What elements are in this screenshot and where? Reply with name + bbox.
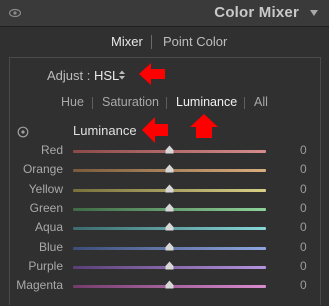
slider-label: Green <box>29 200 63 215</box>
tab-point-color[interactable]: Point Color <box>163 34 227 49</box>
tab-luminance[interactable]: Luminance <box>176 95 237 109</box>
adjust-dropdown[interactable]: HSL <box>94 68 119 83</box>
slider-row-yellow: Yellow 0 <box>0 181 329 200</box>
collapse-triangle-icon[interactable] <box>309 8 319 18</box>
slider-row-aqua: Aqua 0 <box>0 219 329 238</box>
tab-divider <box>151 35 152 49</box>
slider-row-orange: Orange 0 <box>0 161 329 180</box>
slider-label: Yellow <box>28 181 63 196</box>
slider-label: Red <box>40 143 63 157</box>
eye-icon[interactable] <box>9 8 21 18</box>
slider-row-green: Green 0 <box>0 200 329 219</box>
slider-row-purple: Purple 0 <box>0 258 329 277</box>
slider-thumb[interactable] <box>165 242 174 251</box>
annotation-arrow-up <box>190 114 218 138</box>
slider-label: Aqua <box>34 220 63 235</box>
annotation-arrow-left <box>142 117 168 143</box>
slider-value[interactable]: 0 <box>300 240 307 254</box>
slider-value[interactable]: 0 <box>300 201 307 215</box>
color-mixer-panel: Color Mixer Mixer Point Color Adjust : H… <box>0 0 329 306</box>
slider-thumb[interactable] <box>165 145 174 154</box>
tab-divider <box>92 97 93 109</box>
slider-label: Purple <box>28 258 63 273</box>
tab-mixer[interactable]: Mixer <box>111 34 143 49</box>
mode-tabs: Mixer Point Color <box>0 33 329 51</box>
slider-thumb[interactable] <box>165 280 174 289</box>
slider-value[interactable]: 0 <box>300 259 307 273</box>
slider-label: Magenta <box>16 278 63 293</box>
panel-title: Color Mixer <box>214 4 299 21</box>
tab-saturation[interactable]: Saturation <box>102 95 159 109</box>
dropdown-arrows-icon[interactable] <box>118 69 126 81</box>
section-label: Luminance <box>73 123 137 138</box>
slider-thumb[interactable] <box>165 222 174 231</box>
slider-value[interactable]: 0 <box>300 182 307 196</box>
slider-label: Orange <box>22 162 63 177</box>
adjust-label: Adjust : <box>47 68 91 83</box>
target-adjustment-icon[interactable] <box>17 126 29 138</box>
annotation-arrow-left <box>139 63 165 85</box>
tab-divider <box>244 97 245 109</box>
tab-hue[interactable]: Hue <box>61 95 84 109</box>
slider-label: Blue <box>38 239 63 254</box>
slider-value[interactable]: 0 <box>300 220 307 234</box>
slider-thumb[interactable] <box>165 184 174 193</box>
slider-thumb[interactable] <box>165 203 174 212</box>
tab-divider <box>166 97 167 109</box>
slider-thumb[interactable] <box>165 261 174 270</box>
property-tabs: Hue Saturation Luminance All <box>0 95 329 111</box>
tab-all[interactable]: All <box>254 95 268 109</box>
slider-row-blue: Blue 0 <box>0 239 329 258</box>
slider-thumb[interactable] <box>165 164 174 173</box>
slider-row-magenta: Magenta 0 <box>0 277 329 296</box>
slider-value[interactable]: 0 <box>300 143 307 157</box>
panel-header[interactable]: Color Mixer <box>0 0 329 27</box>
slider-value[interactable]: 0 <box>300 278 307 292</box>
slider-value[interactable]: 0 <box>300 162 307 176</box>
